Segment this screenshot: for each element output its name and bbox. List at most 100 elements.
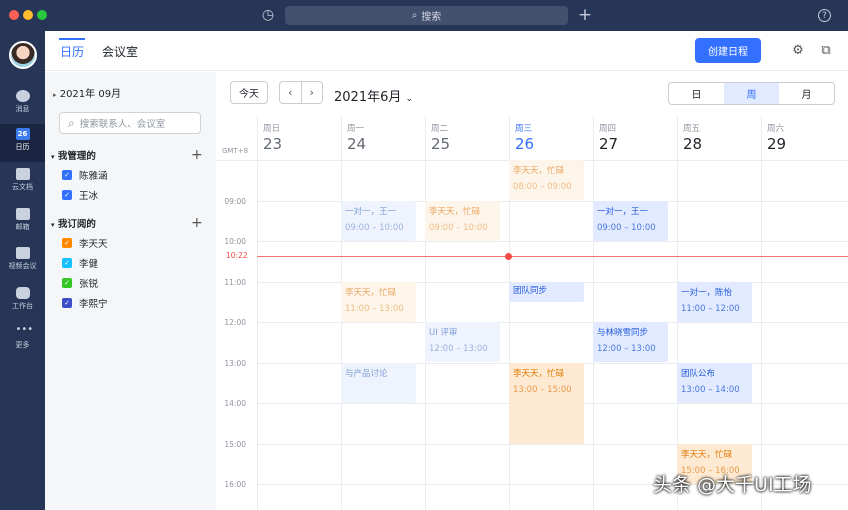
checkbox-checked-icon[interactable]: ✓ <box>62 278 72 288</box>
video-icon <box>15 247 30 259</box>
chevron-left-icon[interactable]: ‹ <box>280 82 302 103</box>
close-window-button[interactable] <box>9 10 19 20</box>
week-navigation: ‹ › <box>279 81 323 104</box>
day-header[interactable]: 周六 29 <box>761 116 845 160</box>
view-week-button[interactable]: 周 <box>724 83 779 104</box>
zoom-window-button[interactable] <box>37 10 47 20</box>
event-block[interactable]: 与林晓雪同步 12:00 – 13:00 <box>593 322 668 362</box>
time-label: 10:00 <box>224 237 246 246</box>
checkbox-checked-icon[interactable]: ✓ <box>62 258 72 268</box>
time-label: 15:00 <box>224 440 246 449</box>
day-header[interactable]: 周五 28 <box>677 116 761 160</box>
view-switcher: 日 周 月 <box>668 82 835 105</box>
caret-down-icon: ▾ <box>51 221 55 229</box>
time-label: 12:00 <box>224 318 246 327</box>
create-event-button[interactable]: 创建日程 <box>695 38 761 63</box>
event-block[interactable]: 李天天，忙碌 13:00 – 15:00 <box>509 363 584 444</box>
day-column-divider <box>257 116 258 510</box>
mail-icon <box>15 208 30 220</box>
calendar-item[interactable]: ✓ 李天天 <box>62 236 108 250</box>
calendar-item[interactable]: ✓ 王冰 <box>62 188 98 202</box>
document-icon <box>15 168 30 180</box>
day-column-divider <box>425 116 426 510</box>
checkbox-checked-icon[interactable]: ✓ <box>62 170 72 180</box>
nav-item-video-meeting[interactable]: 视频会议 <box>0 243 45 281</box>
managed-calendars-title[interactable]: ▾ 我管理的 <box>51 148 96 162</box>
current-time-line <box>257 256 848 257</box>
contact-search-input[interactable]: ⌕ 搜索联系人、会议室 <box>59 112 201 134</box>
calendar-header: 日历 会议室 创建日程 ⚙ ⧉ <box>45 31 848 71</box>
checkbox-checked-icon[interactable]: ✓ <box>62 190 72 200</box>
popout-icon[interactable]: ⧉ <box>818 43 834 59</box>
day-header[interactable]: 周二 25 <box>425 116 509 160</box>
event-block[interactable]: 李天天，忙碌 08:00 – 09:00 <box>509 160 584 200</box>
event-block[interactable]: 一对一，陈怡 11:00 – 12:00 <box>677 282 752 322</box>
event-block[interactable]: 李天天，忙碌 11:00 – 13:00 <box>341 282 416 322</box>
calendar-item[interactable]: ✓ 陈雅涵 <box>62 168 108 182</box>
calendar-app: ◷ ⌕ 搜索 + ? 消息 26 日历 云文档 邮箱 视频会议 工作台 ••• … <box>0 0 848 510</box>
event-block[interactable]: 与产品讨论 <box>341 363 416 403</box>
calendar-item[interactable]: ✓ 李熙宁 <box>62 296 108 310</box>
checkbox-checked-icon[interactable]: ✓ <box>62 238 72 248</box>
message-icon <box>15 90 30 102</box>
time-label: 09:00 <box>224 197 246 206</box>
event-block[interactable]: 一对一，王一 09:00 – 10:00 <box>593 201 668 241</box>
view-day-button[interactable]: 日 <box>669 83 724 104</box>
chevron-down-icon: ⌄ <box>405 94 414 104</box>
event-block[interactable]: 团队同步 <box>509 282 584 302</box>
window-titlebar: ◷ ⌕ 搜索 + ? <box>0 0 848 31</box>
checkbox-checked-icon[interactable]: ✓ <box>62 298 72 308</box>
minimize-window-button[interactable] <box>23 10 33 20</box>
day-header[interactable]: 周四 27 <box>593 116 677 160</box>
mini-calendar-toggle[interactable]: ▸ 2021年 09月 <box>53 85 121 100</box>
view-month-button[interactable]: 月 <box>779 83 834 104</box>
timezone-label: GMT+8 <box>222 147 249 155</box>
time-label: 16:00 <box>224 480 246 489</box>
hour-line <box>257 322 848 323</box>
nav-item-docs[interactable]: 云文档 <box>0 164 45 202</box>
hour-line <box>257 241 848 242</box>
search-icon: ⌕ <box>68 115 75 130</box>
nav-item-calendar[interactable]: 26 日历 <box>0 124 45 162</box>
day-column-divider <box>593 116 594 510</box>
event-block[interactable]: 李天天，忙碌 09:00 – 10:00 <box>425 201 500 241</box>
day-header-today[interactable]: 周三 26 <box>509 116 593 160</box>
apps-icon <box>15 287 30 299</box>
day-header[interactable]: 周日 23 <box>257 116 341 160</box>
active-tab-indicator <box>59 38 85 40</box>
add-managed-calendar-button[interactable]: + <box>191 148 203 162</box>
tab-meeting-rooms[interactable]: 会议室 <box>102 43 138 60</box>
hour-line <box>257 444 848 445</box>
current-time-label: 10:22 <box>226 251 248 260</box>
time-label: 13:00 <box>224 359 246 368</box>
time-label: 14:00 <box>224 399 246 408</box>
month-picker[interactable]: 2021年6月 ⌄ <box>334 86 413 105</box>
calendar-item[interactable]: ✓ 张锐 <box>62 276 98 290</box>
calendar-icon: 26 <box>15 128 30 140</box>
help-icon[interactable]: ? <box>818 9 831 22</box>
chevron-right-icon[interactable]: › <box>302 82 323 103</box>
tab-calendar[interactable]: 日历 <box>60 43 84 60</box>
subscribed-calendars-title[interactable]: ▾ 我订阅的 <box>51 216 96 230</box>
caret-right-icon: ▸ <box>53 91 57 99</box>
nav-item-messages[interactable]: 消息 <box>0 86 45 124</box>
gear-icon[interactable]: ⚙ <box>790 43 806 59</box>
nav-item-workbench[interactable]: 工作台 <box>0 283 45 321</box>
search-icon: ⌕ <box>411 10 418 21</box>
watermark: 头条 @大千UI工场 <box>653 474 812 496</box>
event-block[interactable]: 一对一，王一 09:00 – 10:00 <box>341 201 416 241</box>
nav-item-mail[interactable]: 邮箱 <box>0 204 45 242</box>
plus-icon[interactable]: + <box>576 7 594 24</box>
history-icon[interactable]: ◷ <box>259 7 277 23</box>
calendar-sidebar: ▸ 2021年 09月 ⌕ 搜索联系人、会议室 ▾ 我管理的 + ✓ 陈雅涵 ✓… <box>45 72 216 510</box>
nav-item-more[interactable]: ••• 更多 <box>0 322 45 360</box>
add-subscribed-calendar-button[interactable]: + <box>191 216 203 230</box>
global-search-input[interactable]: ⌕ 搜索 <box>285 6 568 25</box>
calendar-item[interactable]: ✓ 李健 <box>62 256 98 270</box>
current-time-dot <box>505 253 512 260</box>
day-header[interactable]: 周一 24 <box>341 116 425 160</box>
avatar[interactable] <box>9 41 37 69</box>
today-button[interactable]: 今天 <box>230 81 268 104</box>
event-block[interactable]: UI 评审 12:00 – 13:00 <box>425 322 500 362</box>
event-block[interactable]: 团队公布 13:00 – 14:00 <box>677 363 752 403</box>
